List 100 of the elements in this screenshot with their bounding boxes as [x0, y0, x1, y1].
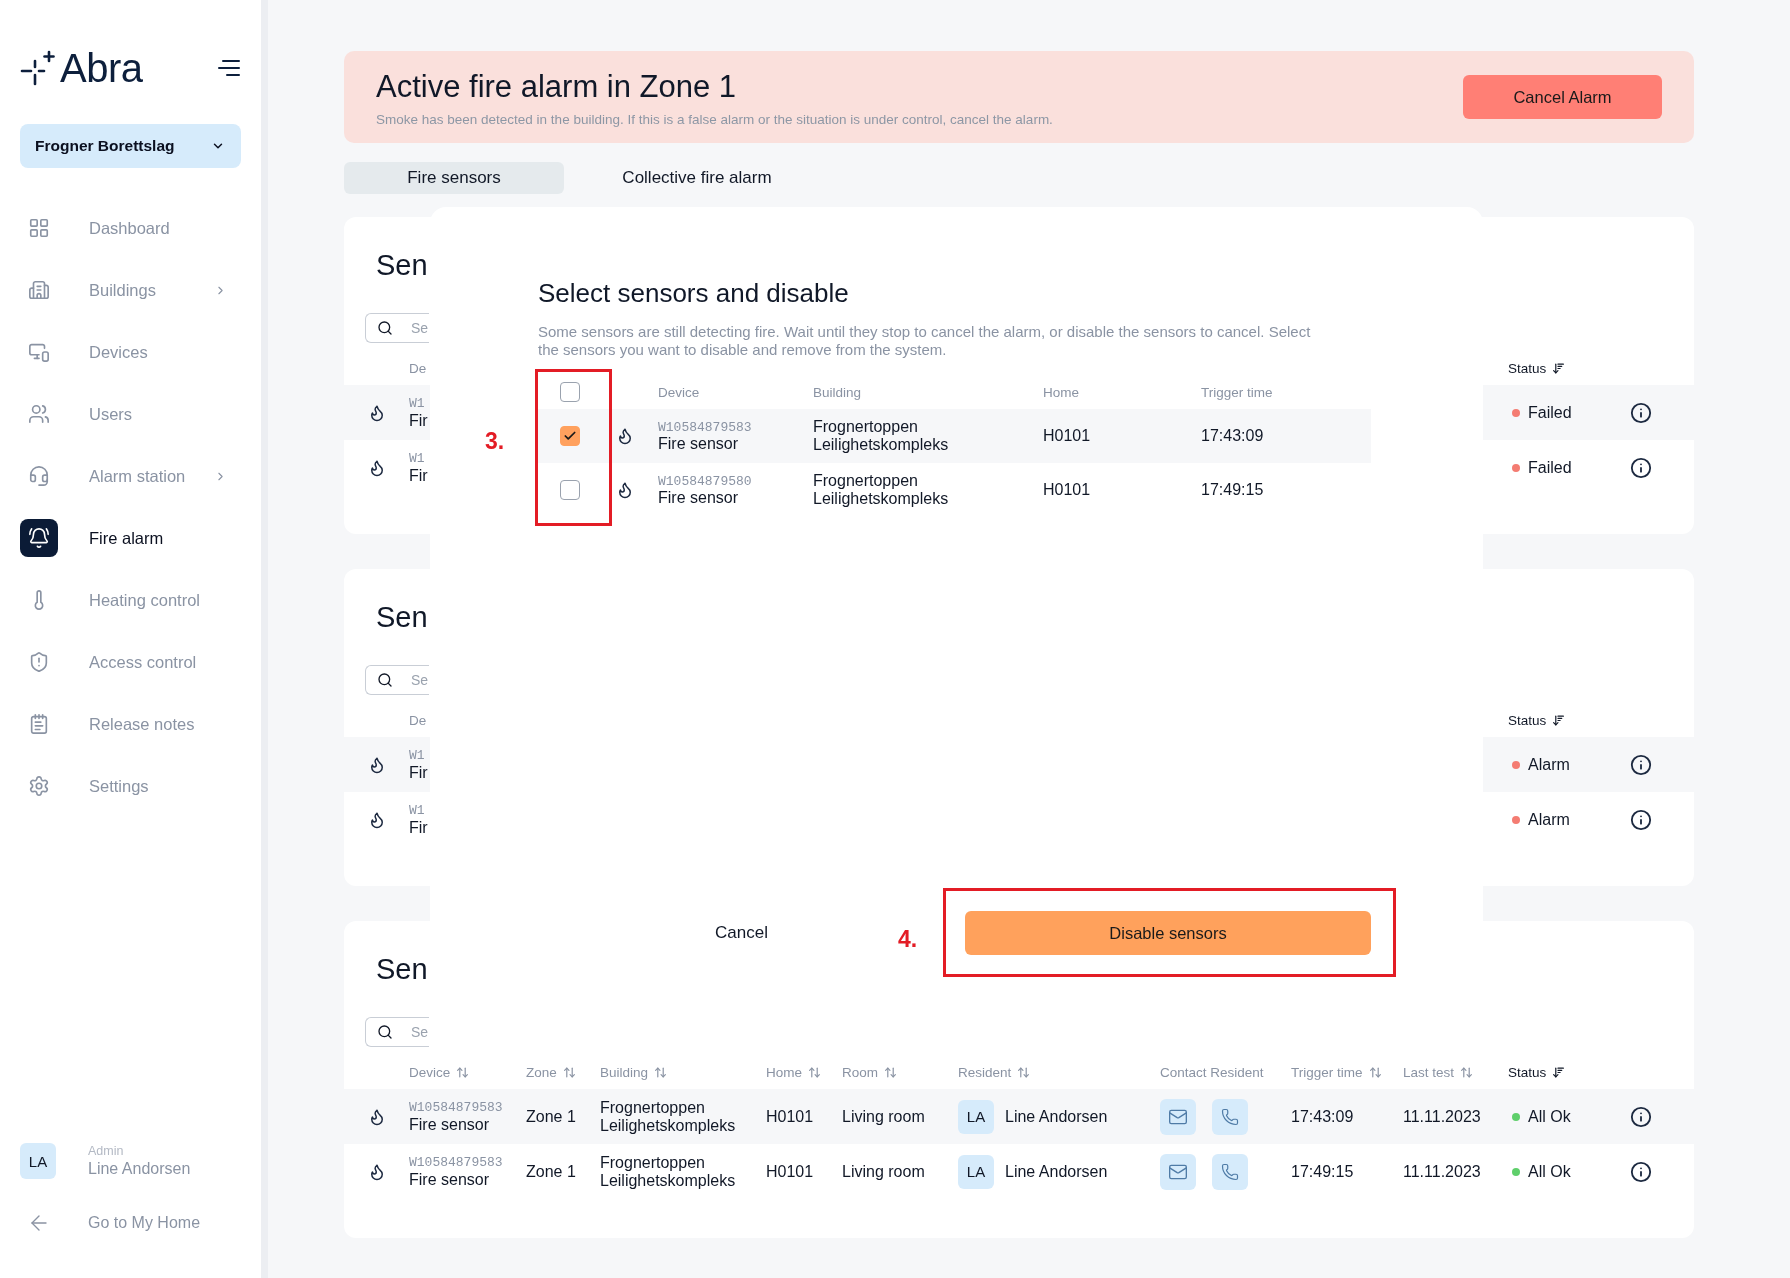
tab[interactable]: Collective fire alarm [587, 162, 807, 194]
trigger-time: 17:43:09 [1201, 427, 1264, 445]
call-button[interactable] [1212, 1098, 1248, 1135]
user-name: Line Andorsen [88, 1160, 191, 1178]
zone-text: Zone 1 [526, 1107, 576, 1126]
sort-icon[interactable] [562, 1065, 576, 1079]
nav-item[interactable]: Settings [20, 767, 241, 805]
row-checkbox[interactable] [560, 426, 580, 446]
bell-icon [20, 519, 58, 557]
building-text: Frognertoppen Leilighetskompleks [600, 1098, 737, 1135]
resident-avatar: LA [958, 1154, 994, 1189]
nav-item[interactable]: Buildings [20, 271, 241, 309]
sort-descending-icon[interactable] [1552, 1065, 1566, 1079]
devices-icon [28, 341, 50, 363]
room-text: Living room [842, 1107, 925, 1126]
column-header: Home [766, 1064, 802, 1080]
room-text: Living room [842, 1162, 925, 1181]
nav-item[interactable]: Alarm station [20, 457, 241, 495]
sort-icon[interactable] [654, 1065, 668, 1079]
search-field[interactable]: Se [365, 665, 429, 695]
logo-text: Abra [60, 46, 143, 90]
column-header: Building [813, 384, 862, 400]
column-header: Building [600, 1064, 649, 1080]
column-header: Room [842, 1064, 878, 1080]
menu-icon[interactable] [218, 59, 240, 77]
column-header: De [409, 360, 427, 376]
flame-icon [616, 427, 634, 445]
search-icon [377, 672, 393, 688]
last-test-date: 11.11.2023 [1403, 1162, 1481, 1181]
shield-icon [28, 651, 50, 673]
device-type: Fire sensor [658, 488, 739, 507]
call-button[interactable] [1212, 1153, 1248, 1190]
column-header: Status [1508, 360, 1547, 376]
email-button[interactable] [1160, 1098, 1196, 1135]
home-text: H0101 [1043, 481, 1091, 499]
status-text: All Ok [1528, 1107, 1571, 1126]
resident-avatar: LA [958, 1099, 994, 1134]
user-role: Admin [88, 1144, 124, 1158]
trigger-time: 17:49:15 [1201, 481, 1264, 499]
select-all-checkbox[interactable] [560, 382, 580, 402]
sort-descending-icon[interactable] [1552, 361, 1566, 375]
column-header: Device [409, 1064, 451, 1080]
row-checkbox[interactable] [560, 480, 580, 500]
sort-icon[interactable] [808, 1065, 821, 1079]
column-header: Home [1043, 384, 1079, 400]
info-icon[interactable] [1630, 1160, 1652, 1183]
search-field[interactable]: Se [365, 313, 429, 343]
email-button[interactable] [1160, 1153, 1196, 1190]
sort-icon[interactable] [1460, 1065, 1474, 1079]
headset-icon [28, 465, 50, 487]
search-icon [377, 1024, 393, 1040]
nav-item[interactable]: Fire alarm [20, 519, 241, 557]
device-id: W10584879580 [658, 473, 752, 489]
device-id: W1 [409, 802, 425, 818]
nav-item[interactable]: Release notes [20, 705, 241, 743]
last-test-date: 11.11.2023 [1403, 1107, 1481, 1126]
check-icon [563, 429, 577, 443]
home-link[interactable]: Go to My Home [20, 1211, 241, 1235]
column-header: Last test [1403, 1064, 1455, 1080]
device-id: W1 [409, 450, 425, 466]
device-type: Fire sensor [409, 1115, 490, 1134]
resident-name: Line Andorsen [1005, 1162, 1108, 1181]
column-header: Status [1508, 1064, 1547, 1080]
nav-item[interactable]: Dashboard [20, 209, 241, 247]
info-icon[interactable] [1630, 808, 1652, 831]
device-id: W10584879583 [409, 1154, 503, 1170]
sort-icon[interactable] [884, 1065, 897, 1079]
cancel-button[interactable]: Cancel [713, 919, 770, 947]
sort-icon[interactable] [456, 1065, 470, 1079]
sort-icon[interactable] [1368, 1065, 1382, 1079]
phone-icon [1221, 1107, 1239, 1126]
cancel-alarm-button[interactable]: Cancel Alarm [1463, 75, 1662, 119]
phone-icon [1221, 1162, 1239, 1181]
status-text: Failed [1528, 403, 1572, 422]
disable-sensors-button[interactable]: Disable sensors [965, 911, 1371, 955]
tab[interactable]: Fire sensors [344, 162, 564, 194]
search-field[interactable]: Se [365, 1017, 429, 1047]
nav-item[interactable]: Access control [20, 643, 241, 681]
info-icon[interactable] [1630, 456, 1652, 479]
trigger-time: 17:43:09 [1291, 1107, 1354, 1126]
building-text: Frognertoppen Leilighetskompleks [813, 418, 950, 454]
step-label: 3. [485, 428, 505, 454]
device-type: Fire sensor [409, 1170, 490, 1189]
org-selector[interactable]: Frogner Borettslag [20, 124, 241, 168]
info-icon[interactable] [1630, 753, 1652, 776]
sort-descending-icon[interactable] [1552, 713, 1566, 727]
nav-item[interactable]: Heating control [20, 581, 241, 619]
column-header: Status [1508, 712, 1547, 728]
nav-item[interactable]: Devices [20, 333, 241, 371]
trigger-time: 17:49:15 [1291, 1162, 1354, 1181]
nav-item[interactable]: Users [20, 395, 241, 433]
info-icon[interactable] [1630, 1105, 1652, 1128]
card-title: Sen [376, 953, 428, 985]
settings-icon [28, 775, 50, 797]
column-header: Zone [526, 1064, 557, 1080]
info-icon[interactable] [1630, 401, 1652, 424]
alert-title: Active fire alarm in Zone 1 [376, 70, 737, 104]
resident-name: Line Andorsen [1005, 1107, 1108, 1126]
sort-icon[interactable] [1017, 1065, 1031, 1079]
status-text: All Ok [1528, 1162, 1571, 1181]
